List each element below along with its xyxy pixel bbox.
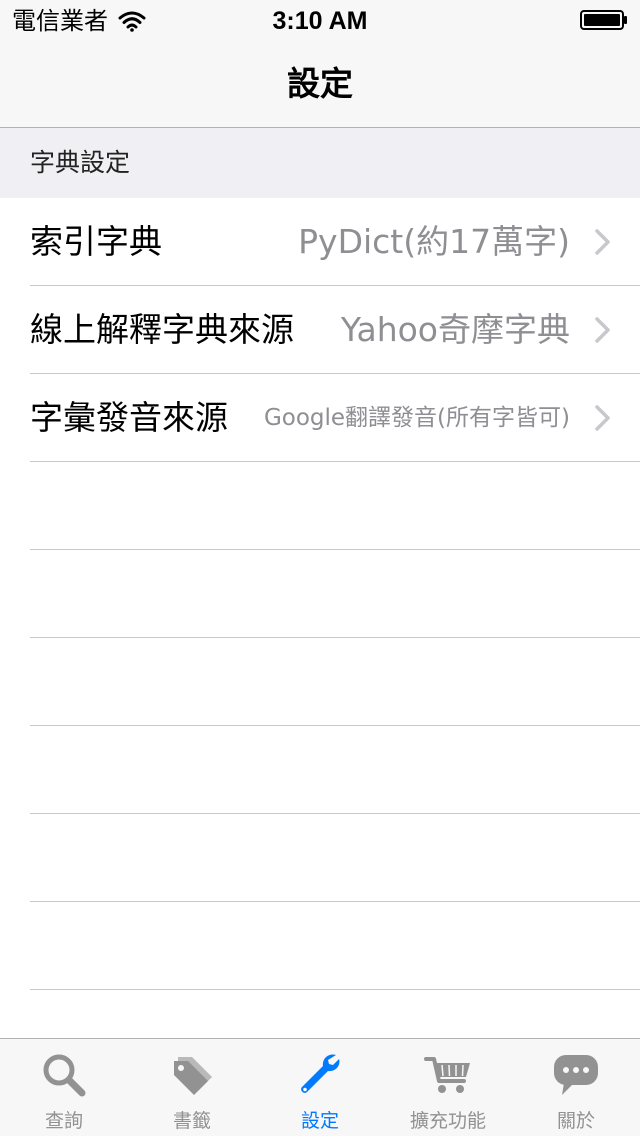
tab-search[interactable]: 查詢 <box>0 1039 128 1136</box>
tab-bar: 查詢 書籤 設定 擴充功能 關於 <box>0 1038 640 1136</box>
tab-label: 設定 <box>300 1110 339 1132</box>
settings-table: 索引字典 PyDict(約17萬字) 線上解釋字典來源 Yahoo奇摩字典 字彙… <box>0 198 640 1078</box>
tab-label: 關於 <box>556 1110 595 1132</box>
page-title: 設定 <box>287 64 353 103</box>
settings-row-online-dictionary-source[interactable]: 線上解釋字典來源 Yahoo奇摩字典 <box>0 286 640 374</box>
row-label: 線上解釋字典來源 <box>30 310 294 349</box>
tab-extensions[interactable]: 擴充功能 <box>384 1039 512 1136</box>
section-header-label: 字典設定 <box>30 148 131 177</box>
row-value: PyDict(約17萬字) <box>298 222 570 261</box>
tab-label: 擴充功能 <box>409 1110 486 1132</box>
chat-bubble-icon <box>554 1055 598 1095</box>
status-bar: 電信業者 3:10 AM <box>0 0 640 40</box>
chevron-right-icon <box>595 405 610 431</box>
empty-row <box>0 638 640 726</box>
empty-row <box>0 550 640 638</box>
section-header: 字典設定 <box>0 128 640 198</box>
empty-row <box>0 726 640 814</box>
row-label: 索引字典 <box>30 222 162 261</box>
tab-label: 書籤 <box>172 1110 211 1132</box>
wrench-icon <box>301 1054 340 1093</box>
settings-row-index-dictionary[interactable]: 索引字典 PyDict(約17萬字) <box>0 198 640 286</box>
navigation-header: 電信業者 3:10 AM 設定 <box>0 0 640 128</box>
row-label: 字彙發音來源 <box>30 398 228 437</box>
chevron-right-icon <box>595 317 610 343</box>
status-time: 3:10 AM <box>272 7 368 35</box>
empty-row <box>0 462 640 550</box>
search-icon <box>43 1054 86 1097</box>
chevron-right-icon <box>595 229 610 255</box>
tag-icon <box>174 1057 212 1095</box>
tab-settings[interactable]: 設定 <box>256 1039 384 1136</box>
tab-bookmarks[interactable]: 書籤 <box>128 1039 256 1136</box>
settings-row-pronunciation-source[interactable]: 字彙發音來源 Google翻譯發音(所有字皆可) <box>0 374 640 462</box>
tab-label: 查詢 <box>44 1110 83 1132</box>
row-value: Yahoo奇摩字典 <box>340 310 570 349</box>
cart-icon <box>424 1057 470 1093</box>
empty-row <box>0 814 640 902</box>
empty-row <box>0 902 640 990</box>
battery-icon <box>580 10 627 30</box>
tab-about[interactable]: 關於 <box>512 1039 640 1136</box>
row-value: Google翻譯發音(所有字皆可) <box>263 405 570 431</box>
